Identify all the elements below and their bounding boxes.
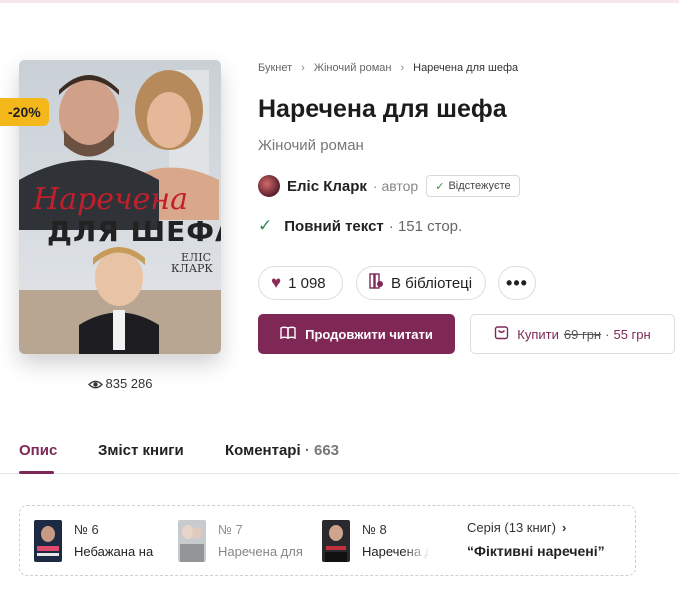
author-row: Еліс Кларк · автор ✓ Відстежуєте — [258, 174, 520, 198]
comments-count: · 663 — [304, 442, 340, 459]
series-item[interactable]: № 7 Наречена для шефа — [178, 520, 318, 562]
cover-title-caps: ДЛЯ ШЕФА — [47, 215, 221, 248]
author-role: · автор — [372, 178, 419, 194]
series-item-number: № 7 — [218, 522, 243, 537]
more-dots-icon: ••• — [506, 272, 528, 293]
views-value: 835 286 — [105, 376, 153, 391]
series-item[interactable]: № 8 Наречена для мажора — [322, 520, 457, 562]
shopping-bag-icon — [494, 325, 509, 343]
series-item-name: Наречена для шефа — [218, 544, 306, 559]
eye-icon — [87, 378, 103, 393]
library-button[interactable]: В бібліотеці — [356, 266, 486, 300]
avatar[interactable] — [258, 175, 280, 197]
library-label: В бібліотеці — [391, 274, 473, 292]
series-item-name: Небажана наречена — [74, 544, 154, 559]
book-cover[interactable]: Наречена ДЛЯ ШЕФА ЕЛІС КЛАРК — [19, 60, 221, 354]
series-item-name: Наречена для мажора — [362, 544, 430, 559]
top-border — [0, 0, 679, 3]
follow-button[interactable]: ✓ Відстежуєте — [426, 175, 520, 197]
continue-reading-button[interactable]: Продовжити читати — [258, 314, 455, 354]
tab-bar: Опис Зміст книги Коментарі · 663 — [0, 426, 679, 474]
active-tab-indicator — [19, 471, 54, 474]
cover-author: ЕЛІС КЛАРК — [171, 252, 213, 275]
series-box: № 6 Небажана наречена № 7 Наречена для ш… — [19, 505, 636, 576]
views-count: 835 286 — [19, 376, 221, 393]
follow-label: Відстежуєте — [448, 180, 511, 192]
discount-badge: -20% — [0, 98, 49, 126]
buy-label: Купити — [517, 326, 559, 342]
tab-comments[interactable]: Коментарі · 663 — [225, 442, 339, 459]
new-price: 55 грн — [613, 326, 651, 342]
tab-description[interactable]: Опис — [19, 442, 57, 459]
tab-comments-label: Коментарі — [225, 442, 301, 459]
more-options-button[interactable]: ••• — [498, 266, 536, 300]
check-icon: ✓ — [258, 216, 273, 235]
series-cover-thumb — [178, 520, 206, 562]
old-price: 69 грн — [563, 326, 602, 342]
like-button[interactable]: ♥ 1 098 — [258, 266, 343, 300]
series-count: Серія (13 книг) › — [467, 520, 605, 535]
breadcrumb-category[interactable]: Жіночий роман — [314, 62, 392, 74]
breadcrumb: Букнет › Жіночий роман › Наречена для шефа — [258, 62, 518, 74]
likes-count: 1 098 — [288, 274, 326, 292]
series-info[interactable]: Серія (13 книг) › “Фіктивні наречені” — [467, 520, 605, 559]
library-icon — [369, 273, 383, 293]
series-item-number: № 8 — [362, 522, 387, 537]
chevron-right-icon: › — [301, 62, 305, 74]
page-count: · 151 стор. — [388, 217, 463, 235]
page-title: Наречена для шефа — [258, 95, 507, 123]
fulltext-status: ✓ Повний текст · 151 стор. — [258, 214, 462, 238]
chevron-right-icon: › — [562, 520, 567, 535]
breadcrumb-current: Наречена для шефа — [413, 62, 519, 74]
tab-contents[interactable]: Зміст книги — [98, 442, 184, 459]
open-book-icon — [280, 326, 296, 342]
series-cover-thumb — [34, 520, 62, 562]
continue-reading-label: Продовжити читати — [305, 326, 433, 342]
author-name[interactable]: Еліс Кларк — [287, 178, 367, 195]
series-cover-thumb — [322, 520, 350, 562]
check-icon: ✓ — [435, 180, 445, 193]
price-separator: · — [605, 326, 610, 342]
book-genre[interactable]: Жіночий роман — [258, 137, 364, 154]
series-count-label: Серія (13 книг) — [467, 520, 556, 535]
fulltext-label: Повний текст — [284, 217, 384, 235]
series-item-number: № 6 — [74, 522, 99, 537]
cover-title-script: Наречена — [33, 182, 189, 217]
series-item[interactable]: № 6 Небажана наречена — [34, 520, 164, 562]
series-name: “Фіктивні наречені” — [467, 543, 605, 559]
breadcrumb-root[interactable]: Букнет — [258, 62, 292, 74]
heart-icon: ♥ — [271, 273, 282, 292]
buy-button[interactable]: Купити 69 грн · 55 грн — [470, 314, 675, 354]
chevron-right-icon: › — [400, 62, 405, 74]
cover-author-last: КЛАРК — [171, 262, 213, 275]
